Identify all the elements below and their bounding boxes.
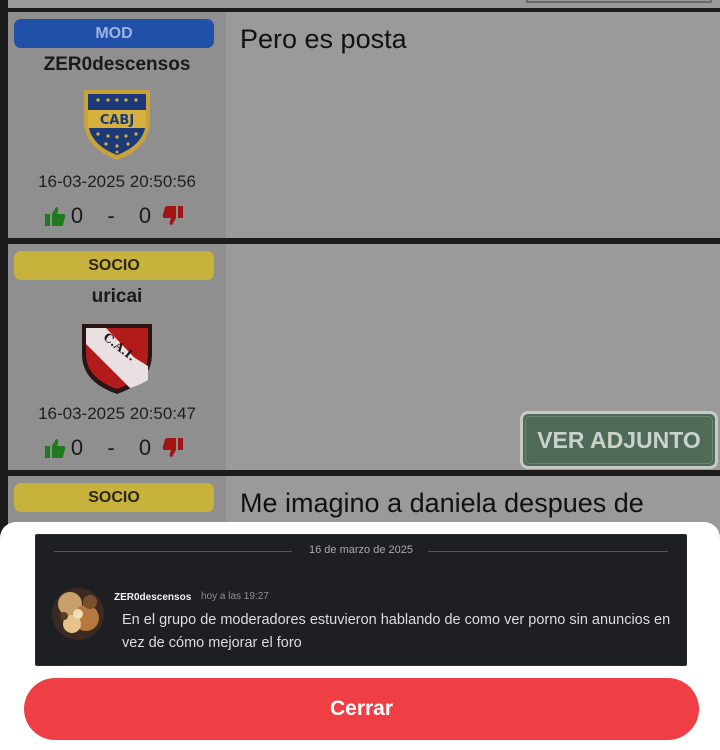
post-author-panel: SOCIO uricai C.A.I. 16-03-2025 20:50:47 … <box>8 244 226 470</box>
post: SOCIO uricai C.A.I. 16-03-2025 20:50:47 … <box>8 244 720 470</box>
post: MOD ZER0descensos CABJ 16-03-2025 20:50:… <box>8 12 720 238</box>
thumbs-down-icon[interactable] <box>162 437 184 459</box>
thumbs-up-icon[interactable] <box>44 205 66 227</box>
dislike-count: 0 <box>138 435 152 460</box>
message-text: En el grupo de moderadores estuvieron ha… <box>122 612 671 651</box>
previous-post-edge <box>0 0 720 8</box>
thumbs-up-icon[interactable] <box>44 437 66 459</box>
message-time: hoy a las 19:27 <box>201 591 269 602</box>
vote-separator: - <box>107 203 115 228</box>
date-divider: 16 de marzo de 2025 <box>54 544 668 556</box>
thumbs-down-icon[interactable] <box>162 205 184 227</box>
view-attachment-button[interactable]: VER ADJUNTO <box>520 411 718 469</box>
post-text: Pero es posta <box>240 24 407 54</box>
crest-text: CABJ <box>100 113 134 128</box>
post-author-panel: MOD ZER0descensos CABJ 16-03-2025 20:50:… <box>8 12 226 238</box>
role-badge: MOD <box>14 19 214 48</box>
previous-attachment-button-edge[interactable] <box>526 0 712 3</box>
post-content: Pero es posta <box>226 12 720 238</box>
vote-bar: 0 - 0 <box>44 434 194 462</box>
date-divider-label: 16 de marzo de 2025 <box>309 544 413 556</box>
close-button[interactable]: Cerrar <box>24 678 699 740</box>
post-content: VER ADJUNTO <box>226 244 720 470</box>
dislike-count: 0 <box>138 203 152 228</box>
username[interactable]: ZER0descensos <box>8 54 226 76</box>
chat-screenshot: 16 de marzo de 2025 ZER0descensos hoy a … <box>35 534 687 666</box>
image-preview-sheet: 16 de marzo de 2025 ZER0descensos hoy a … <box>0 522 720 750</box>
boca-juniors-crest-icon: CABJ <box>84 90 150 160</box>
avatar <box>52 588 104 640</box>
role-badge: SOCIO <box>14 251 214 280</box>
username[interactable]: uricai <box>8 286 226 308</box>
like-count: 0 <box>70 435 84 460</box>
vote-separator: - <box>107 435 115 460</box>
post-text: Me imagino a daniela despues de <box>240 488 644 518</box>
role-badge: SOCIO <box>14 483 214 512</box>
vote-bar: 0 - 0 <box>44 202 194 230</box>
post-timestamp: 16-03-2025 20:50:47 <box>38 404 196 423</box>
post-timestamp: 16-03-2025 20:50:56 <box>38 172 196 191</box>
independiente-crest-icon: C.A.I. <box>82 324 152 394</box>
message-author: ZER0descensos <box>114 592 192 603</box>
like-count: 0 <box>70 203 84 228</box>
